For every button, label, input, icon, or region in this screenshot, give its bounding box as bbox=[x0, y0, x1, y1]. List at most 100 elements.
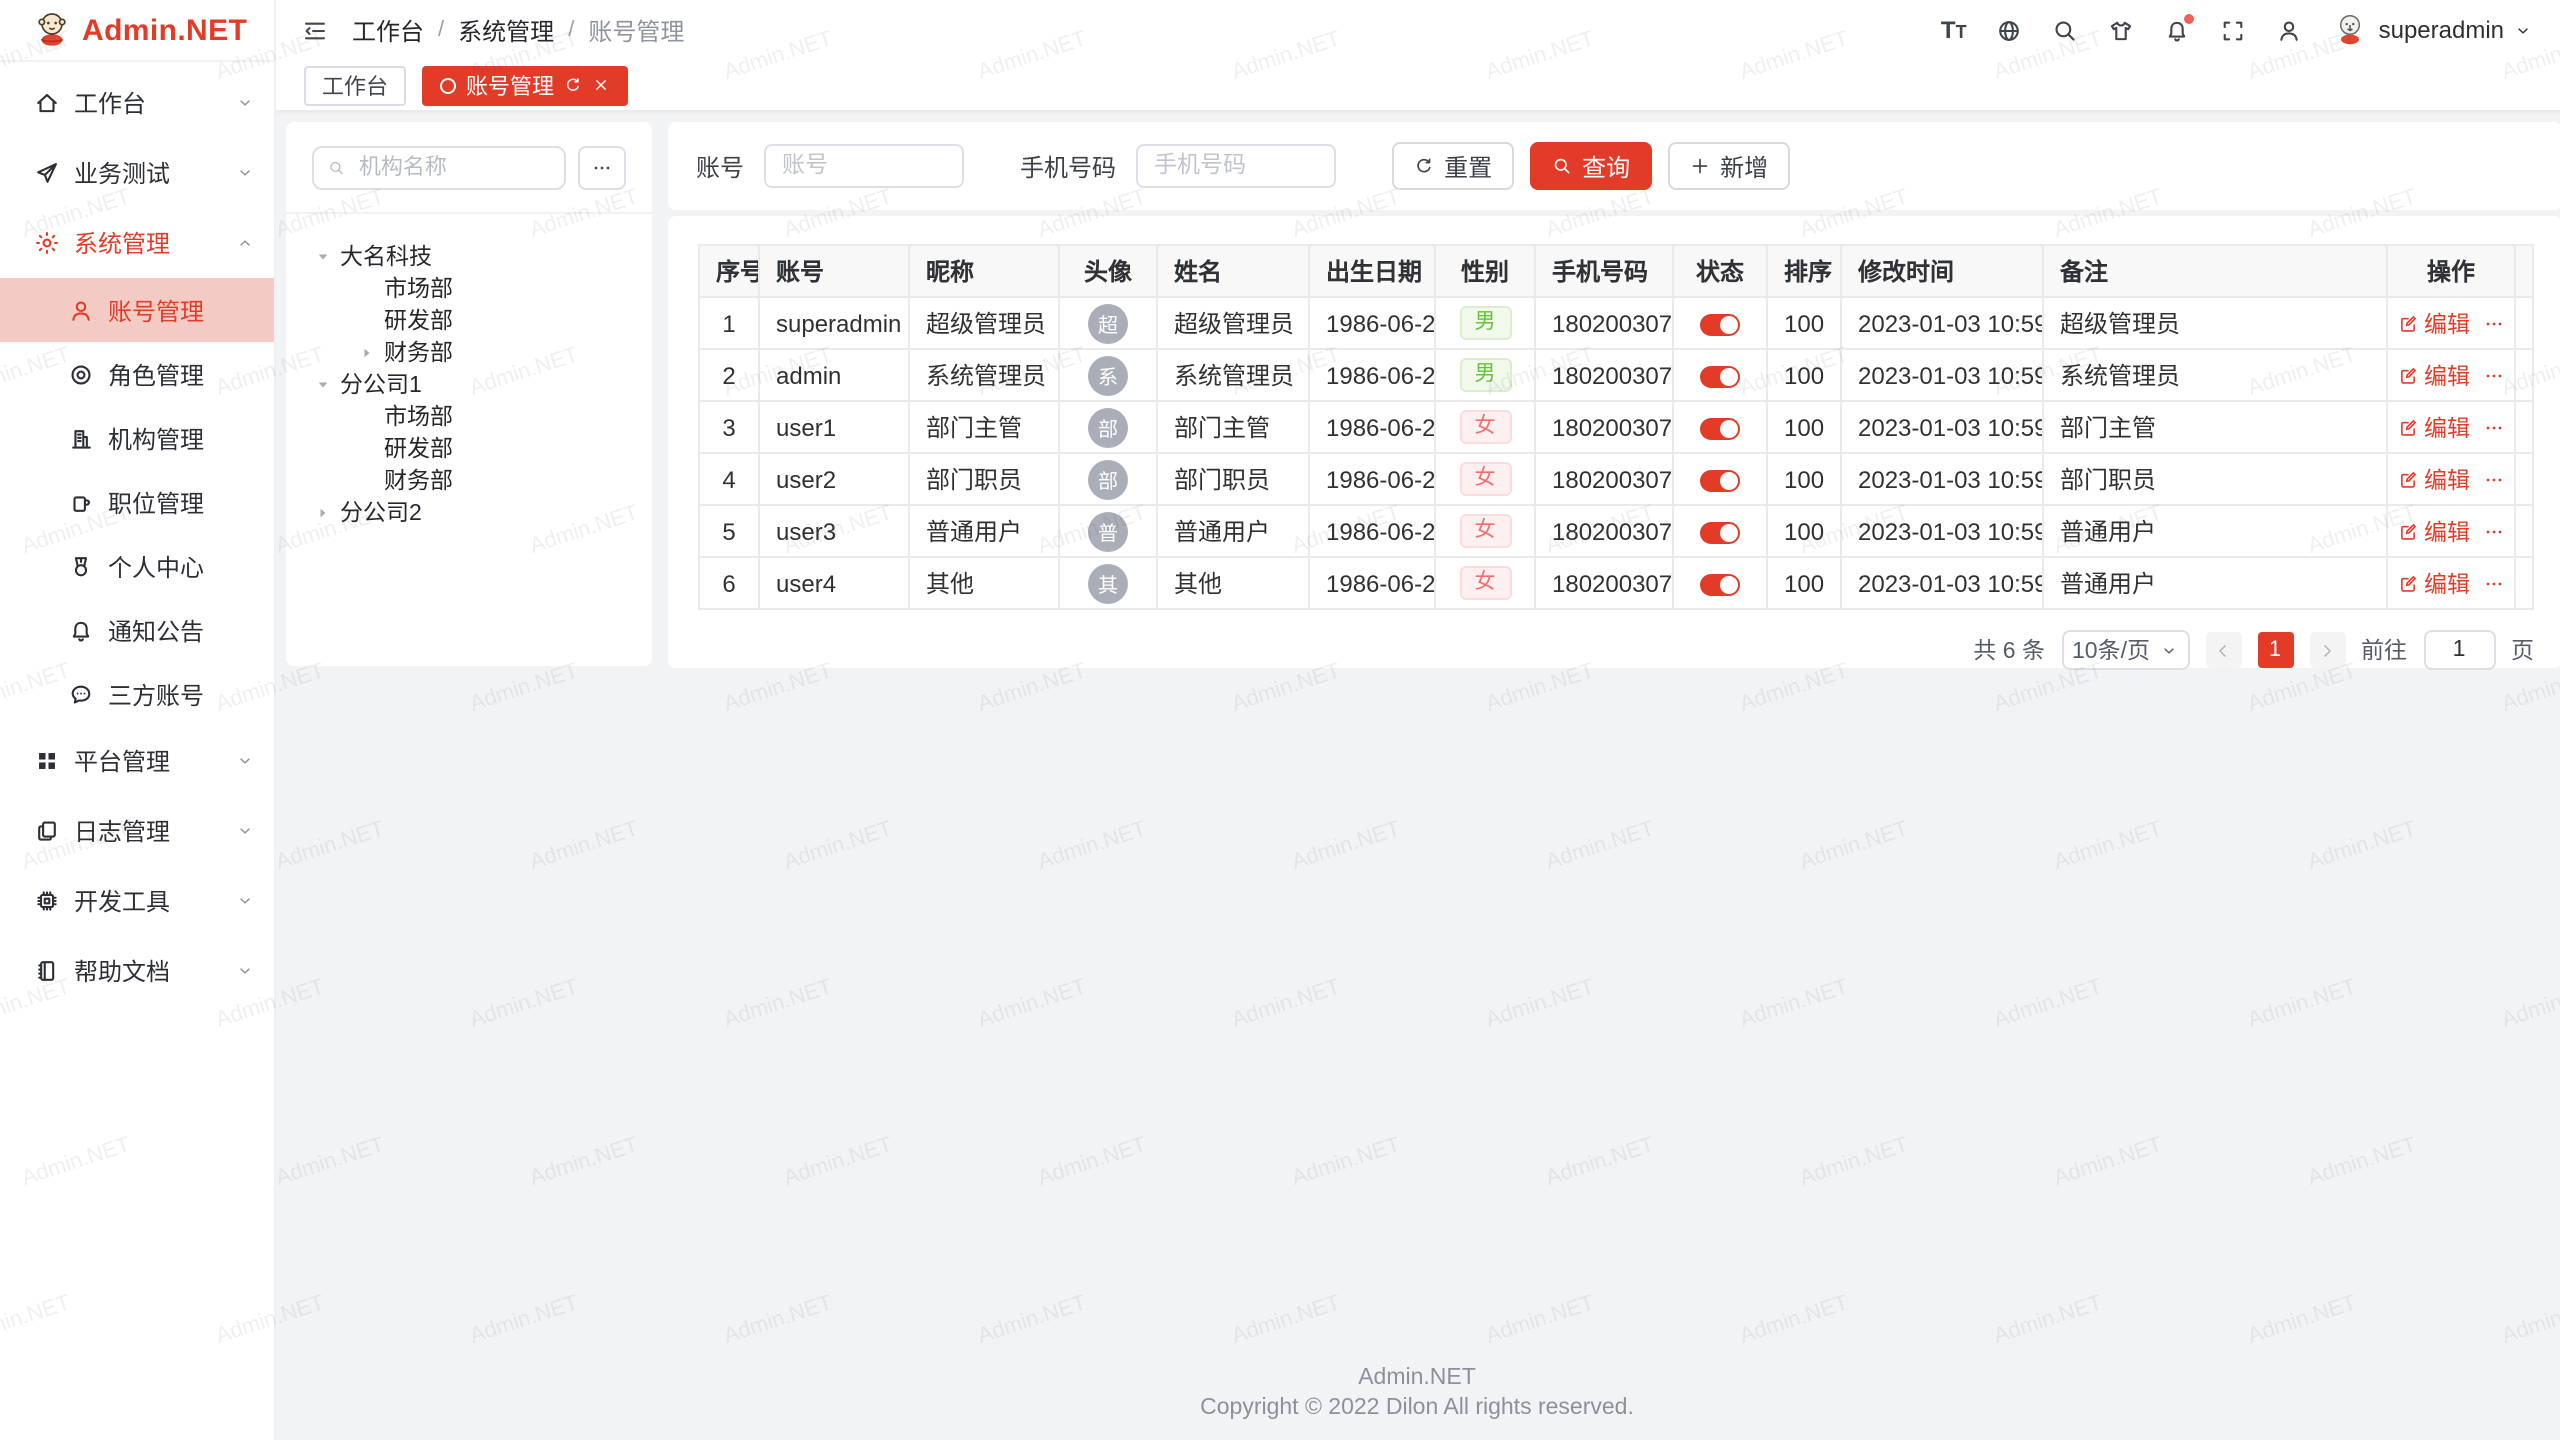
page-size-select[interactable]: 10条/页 bbox=[2061, 630, 2189, 670]
edit-button[interactable]: 编辑 bbox=[2398, 567, 2470, 599]
prev-page-button[interactable] bbox=[2205, 632, 2241, 668]
tree-node-财务部[interactable]: 财务部 bbox=[312, 464, 626, 496]
sidebar-subitem-通知公告[interactable]: 通知公告 bbox=[0, 598, 274, 662]
search-icon bbox=[2053, 17, 2079, 43]
user-menu[interactable]: superadmin bbox=[2333, 9, 2532, 51]
edit-button[interactable]: 编辑 bbox=[2398, 411, 2470, 443]
cell-time: 2023-01-03 10:59:44 bbox=[1841, 401, 2043, 453]
tree-node-研发部[interactable]: 研发部 bbox=[312, 432, 626, 464]
tree-toggle-icon[interactable] bbox=[312, 503, 334, 521]
table-gutter bbox=[2515, 297, 2533, 349]
current-page-button[interactable]: 1 bbox=[2257, 632, 2293, 668]
sidebar-item-系统管理[interactable]: 系统管理 bbox=[0, 208, 274, 278]
cell-birth: 1986-06-28 bbox=[1309, 505, 1435, 557]
sidebar-item-工作台[interactable]: 工作台 bbox=[0, 68, 274, 138]
cell-name: 部门职员 bbox=[1157, 453, 1309, 505]
cell-account: admin bbox=[759, 349, 909, 401]
edit-label: 编辑 bbox=[2424, 567, 2470, 599]
status-toggle[interactable] bbox=[1700, 366, 1740, 388]
row-more-button[interactable] bbox=[2484, 573, 2504, 593]
status-toggle[interactable] bbox=[1700, 522, 1740, 544]
profile-icon[interactable] bbox=[2277, 17, 2303, 43]
edit-button[interactable]: 编辑 bbox=[2398, 463, 2470, 495]
sidebar-item-开发工具[interactable]: 开发工具 bbox=[0, 866, 274, 936]
tree-toggle-icon[interactable] bbox=[312, 247, 334, 265]
sidebar-subitem-机构管理[interactable]: 机构管理 bbox=[0, 406, 274, 470]
sidebar-item-日志管理[interactable]: 日志管理 bbox=[0, 796, 274, 866]
goto-page-input[interactable] bbox=[2423, 630, 2495, 670]
sidebar-subitem-个人中心[interactable]: 个人中心 bbox=[0, 534, 274, 598]
sidebar-subitem-职位管理[interactable]: 职位管理 bbox=[0, 470, 274, 534]
tree-node-研发部[interactable]: 研发部 bbox=[312, 304, 626, 336]
tree-node-分公司1[interactable]: 分公司1 bbox=[312, 368, 626, 400]
sidebar-item-平台管理[interactable]: 平台管理 bbox=[0, 726, 274, 796]
cell-action: 编辑 bbox=[2387, 349, 2515, 401]
tab-close-icon[interactable] bbox=[592, 76, 610, 94]
breadcrumb-item[interactable]: 工作台 bbox=[352, 13, 424, 47]
status-toggle[interactable] bbox=[1700, 470, 1740, 492]
tab-账号管理[interactable]: 账号管理 bbox=[422, 65, 628, 105]
org-search-field[interactable] bbox=[312, 146, 566, 190]
query-button[interactable]: 查询 bbox=[1530, 142, 1652, 190]
cell-account: user3 bbox=[759, 505, 909, 557]
account-input[interactable] bbox=[764, 144, 964, 188]
font-size-icon[interactable]: TT bbox=[1941, 18, 1967, 42]
main-column: 账号 手机号码 重置 查询 新增 bbox=[668, 122, 2560, 668]
column-header-status: 状态 bbox=[1673, 245, 1767, 297]
tree-node-市场部[interactable]: 市场部 bbox=[312, 400, 626, 432]
menu-fold-icon[interactable] bbox=[302, 17, 328, 43]
edit-square-icon bbox=[2398, 313, 2418, 333]
edit-button[interactable]: 编辑 bbox=[2398, 307, 2470, 339]
logo[interactable]: Admin.NET bbox=[0, 0, 274, 62]
cell-nickname: 部门主管 bbox=[909, 401, 1059, 453]
row-more-button[interactable] bbox=[2484, 469, 2504, 489]
reset-button[interactable]: 重置 bbox=[1392, 142, 1514, 190]
language-icon[interactable] bbox=[1997, 17, 2023, 43]
tree-more-button[interactable] bbox=[578, 146, 626, 190]
status-toggle[interactable] bbox=[1700, 314, 1740, 336]
avatar: 超 bbox=[1088, 303, 1128, 343]
row-more-button[interactable] bbox=[2484, 313, 2504, 333]
tree-node-财务部[interactable]: 财务部 bbox=[312, 336, 626, 368]
sidebar-item-label: 平台管理 bbox=[74, 744, 170, 778]
tree-node-市场部[interactable]: 市场部 bbox=[312, 272, 626, 304]
sidebar-subitem-label: 机构管理 bbox=[108, 421, 204, 455]
next-page-button[interactable] bbox=[2309, 632, 2345, 668]
tree-node-分公司2[interactable]: 分公司2 bbox=[312, 496, 626, 528]
cell-nickname: 普通用户 bbox=[909, 505, 1059, 557]
add-button[interactable]: 新增 bbox=[1668, 142, 1790, 190]
tree-node-大名科技[interactable]: 大名科技 bbox=[312, 240, 626, 272]
search-icon[interactable] bbox=[2053, 17, 2079, 43]
sidebar-subitem-三方账号[interactable]: 三方账号 bbox=[0, 662, 274, 726]
tab-工作台[interactable]: 工作台 bbox=[304, 65, 406, 105]
cell-nickname: 超级管理员 bbox=[909, 297, 1059, 349]
sidebar-item-业务测试[interactable]: 业务测试 bbox=[0, 138, 274, 208]
fullscreen-icon[interactable] bbox=[2221, 17, 2247, 43]
sidebar-subitem-账号管理[interactable]: 账号管理 bbox=[0, 278, 274, 342]
org-tree: 大名科技市场部研发部财务部分公司1市场部研发部财务部分公司2 bbox=[312, 240, 626, 528]
notification-icon[interactable] bbox=[2165, 17, 2191, 43]
phone-input[interactable] bbox=[1136, 144, 1336, 188]
cell-sort: 100 bbox=[1767, 453, 1841, 505]
breadcrumb-item[interactable]: 系统管理 bbox=[458, 13, 554, 47]
column-header-remark: 备注 bbox=[2043, 245, 2387, 297]
tree-toggle-icon[interactable] bbox=[312, 375, 334, 393]
status-toggle[interactable] bbox=[1700, 418, 1740, 440]
edit-button[interactable]: 编辑 bbox=[2398, 359, 2470, 391]
row-more-button[interactable] bbox=[2484, 365, 2504, 385]
avatar: 系 bbox=[1088, 355, 1128, 395]
row-more-button[interactable] bbox=[2484, 417, 2504, 437]
row-more-button[interactable] bbox=[2484, 521, 2504, 541]
cell-index: 5 bbox=[699, 505, 759, 557]
theme-icon[interactable] bbox=[2109, 17, 2135, 43]
chevron-down-icon bbox=[236, 752, 254, 770]
tab-refresh-icon[interactable] bbox=[564, 76, 582, 94]
sidebar-item-帮助文档[interactable]: 帮助文档 bbox=[0, 936, 274, 1006]
status-toggle[interactable] bbox=[1700, 574, 1740, 596]
sidebar-subitem-角色管理[interactable]: 角色管理 bbox=[0, 342, 274, 406]
tree-toggle-icon[interactable] bbox=[356, 343, 378, 361]
edit-button[interactable]: 编辑 bbox=[2398, 515, 2470, 547]
org-search-input[interactable] bbox=[355, 154, 550, 182]
chevron-down-icon bbox=[236, 892, 254, 910]
cell-sort: 100 bbox=[1767, 297, 1841, 349]
